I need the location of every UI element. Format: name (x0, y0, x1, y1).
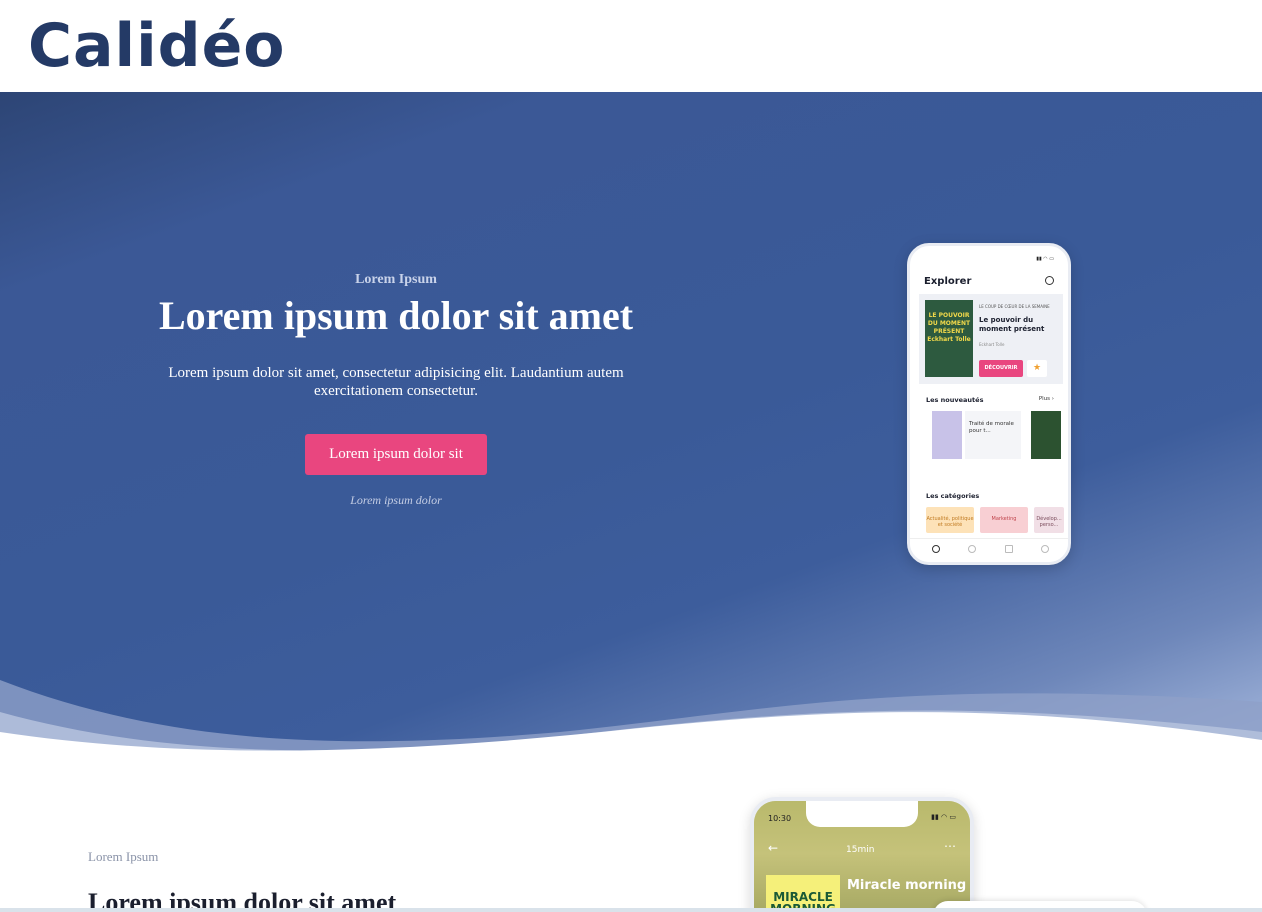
phone-header: Explorer (924, 276, 972, 287)
hero-note: Lorem ipsum dolor (350, 493, 442, 507)
signal-icon: ▮▮ ◠ ▭ (1036, 256, 1054, 262)
hero-eyebrow: Lorem Ipsum (355, 272, 437, 287)
phone-featured-card: LE POUVOIR DU MOMENT PRÉSENT Eckhart Tol… (919, 294, 1063, 384)
featured-title: Le pouvoir du moment présent (979, 316, 1045, 333)
back-arrow-icon: ← (768, 841, 779, 855)
featured-kicker: LE COUP DE CŒUR DE LA SEMAINE (979, 304, 1050, 309)
categories-label: Les catégories (926, 492, 980, 500)
category-card: Dévelop... perso... (1034, 507, 1064, 533)
hero-section: Lorem Ipsum Lorem ipsum dolor sit amet L… (0, 92, 1262, 762)
more-dots-icon: ⋯ (944, 839, 956, 853)
phone2-time: 10:30 (768, 814, 792, 823)
logo[interactable]: Calidéo (28, 10, 286, 82)
new-book-cover (932, 411, 962, 459)
hero-text-block: Lorem Ipsum Lorem ipsum dolor sit amet L… (140, 270, 652, 508)
new-book-cover-2 (1031, 411, 1061, 459)
hero-title: Lorem ipsum dolor sit amet (158, 293, 634, 338)
phone-status-bar: ▮▮ ◠ ▭ (910, 246, 1068, 262)
profile-icon (1041, 545, 1049, 553)
compass-icon (932, 545, 940, 553)
phone2-notch (806, 801, 918, 827)
star-icon: ★ (1027, 360, 1047, 377)
search-icon (1045, 276, 1054, 285)
site-header: Calidéo (0, 0, 1262, 92)
hero-cta-button[interactable]: Lorem ipsum dolor sit (305, 434, 487, 475)
bookmark-icon (1005, 545, 1013, 553)
phone2-title: Miracle morning (847, 878, 967, 893)
phone2-book-cover: MIRACLE MORNING (766, 875, 840, 912)
new-book-title: Traité de morale pour t... (965, 411, 1021, 459)
new-section-label: Les nouveautés (926, 396, 984, 404)
phone-mockup: ▮▮ ◠ ▭ Explorer LE POUVOIR DU MOMENT PRÉ… (907, 243, 1071, 565)
check-icon (968, 545, 976, 553)
section2-eyebrow: Lorem Ipsum (88, 849, 159, 864)
phone2-duration: 15min (846, 845, 875, 855)
phone2-status-icons: ▮▮ ◠ ▭ (931, 813, 956, 821)
featured-book-cover: LE POUVOIR DU MOMENT PRÉSENT Eckhart Tol… (925, 300, 973, 377)
category-card: Actualité, politique et société (926, 507, 974, 533)
bottom-bar (0, 908, 1262, 912)
phone-tab-bar (910, 538, 1068, 562)
phone-mockup-2: 10:30 ▮▮ ◠ ▭ ← 15min ⋯ MIRACLE MORNING M… (750, 797, 974, 912)
hero-subtitle: Lorem ipsum dolor sit amet, consectetur … (168, 365, 624, 399)
category-card: Marketing (980, 507, 1028, 533)
discover-button: DÉCOUVRIR (979, 360, 1023, 377)
more-link: Plus › (1038, 396, 1054, 402)
featured-author: Eckhart Tolle (979, 342, 1005, 347)
